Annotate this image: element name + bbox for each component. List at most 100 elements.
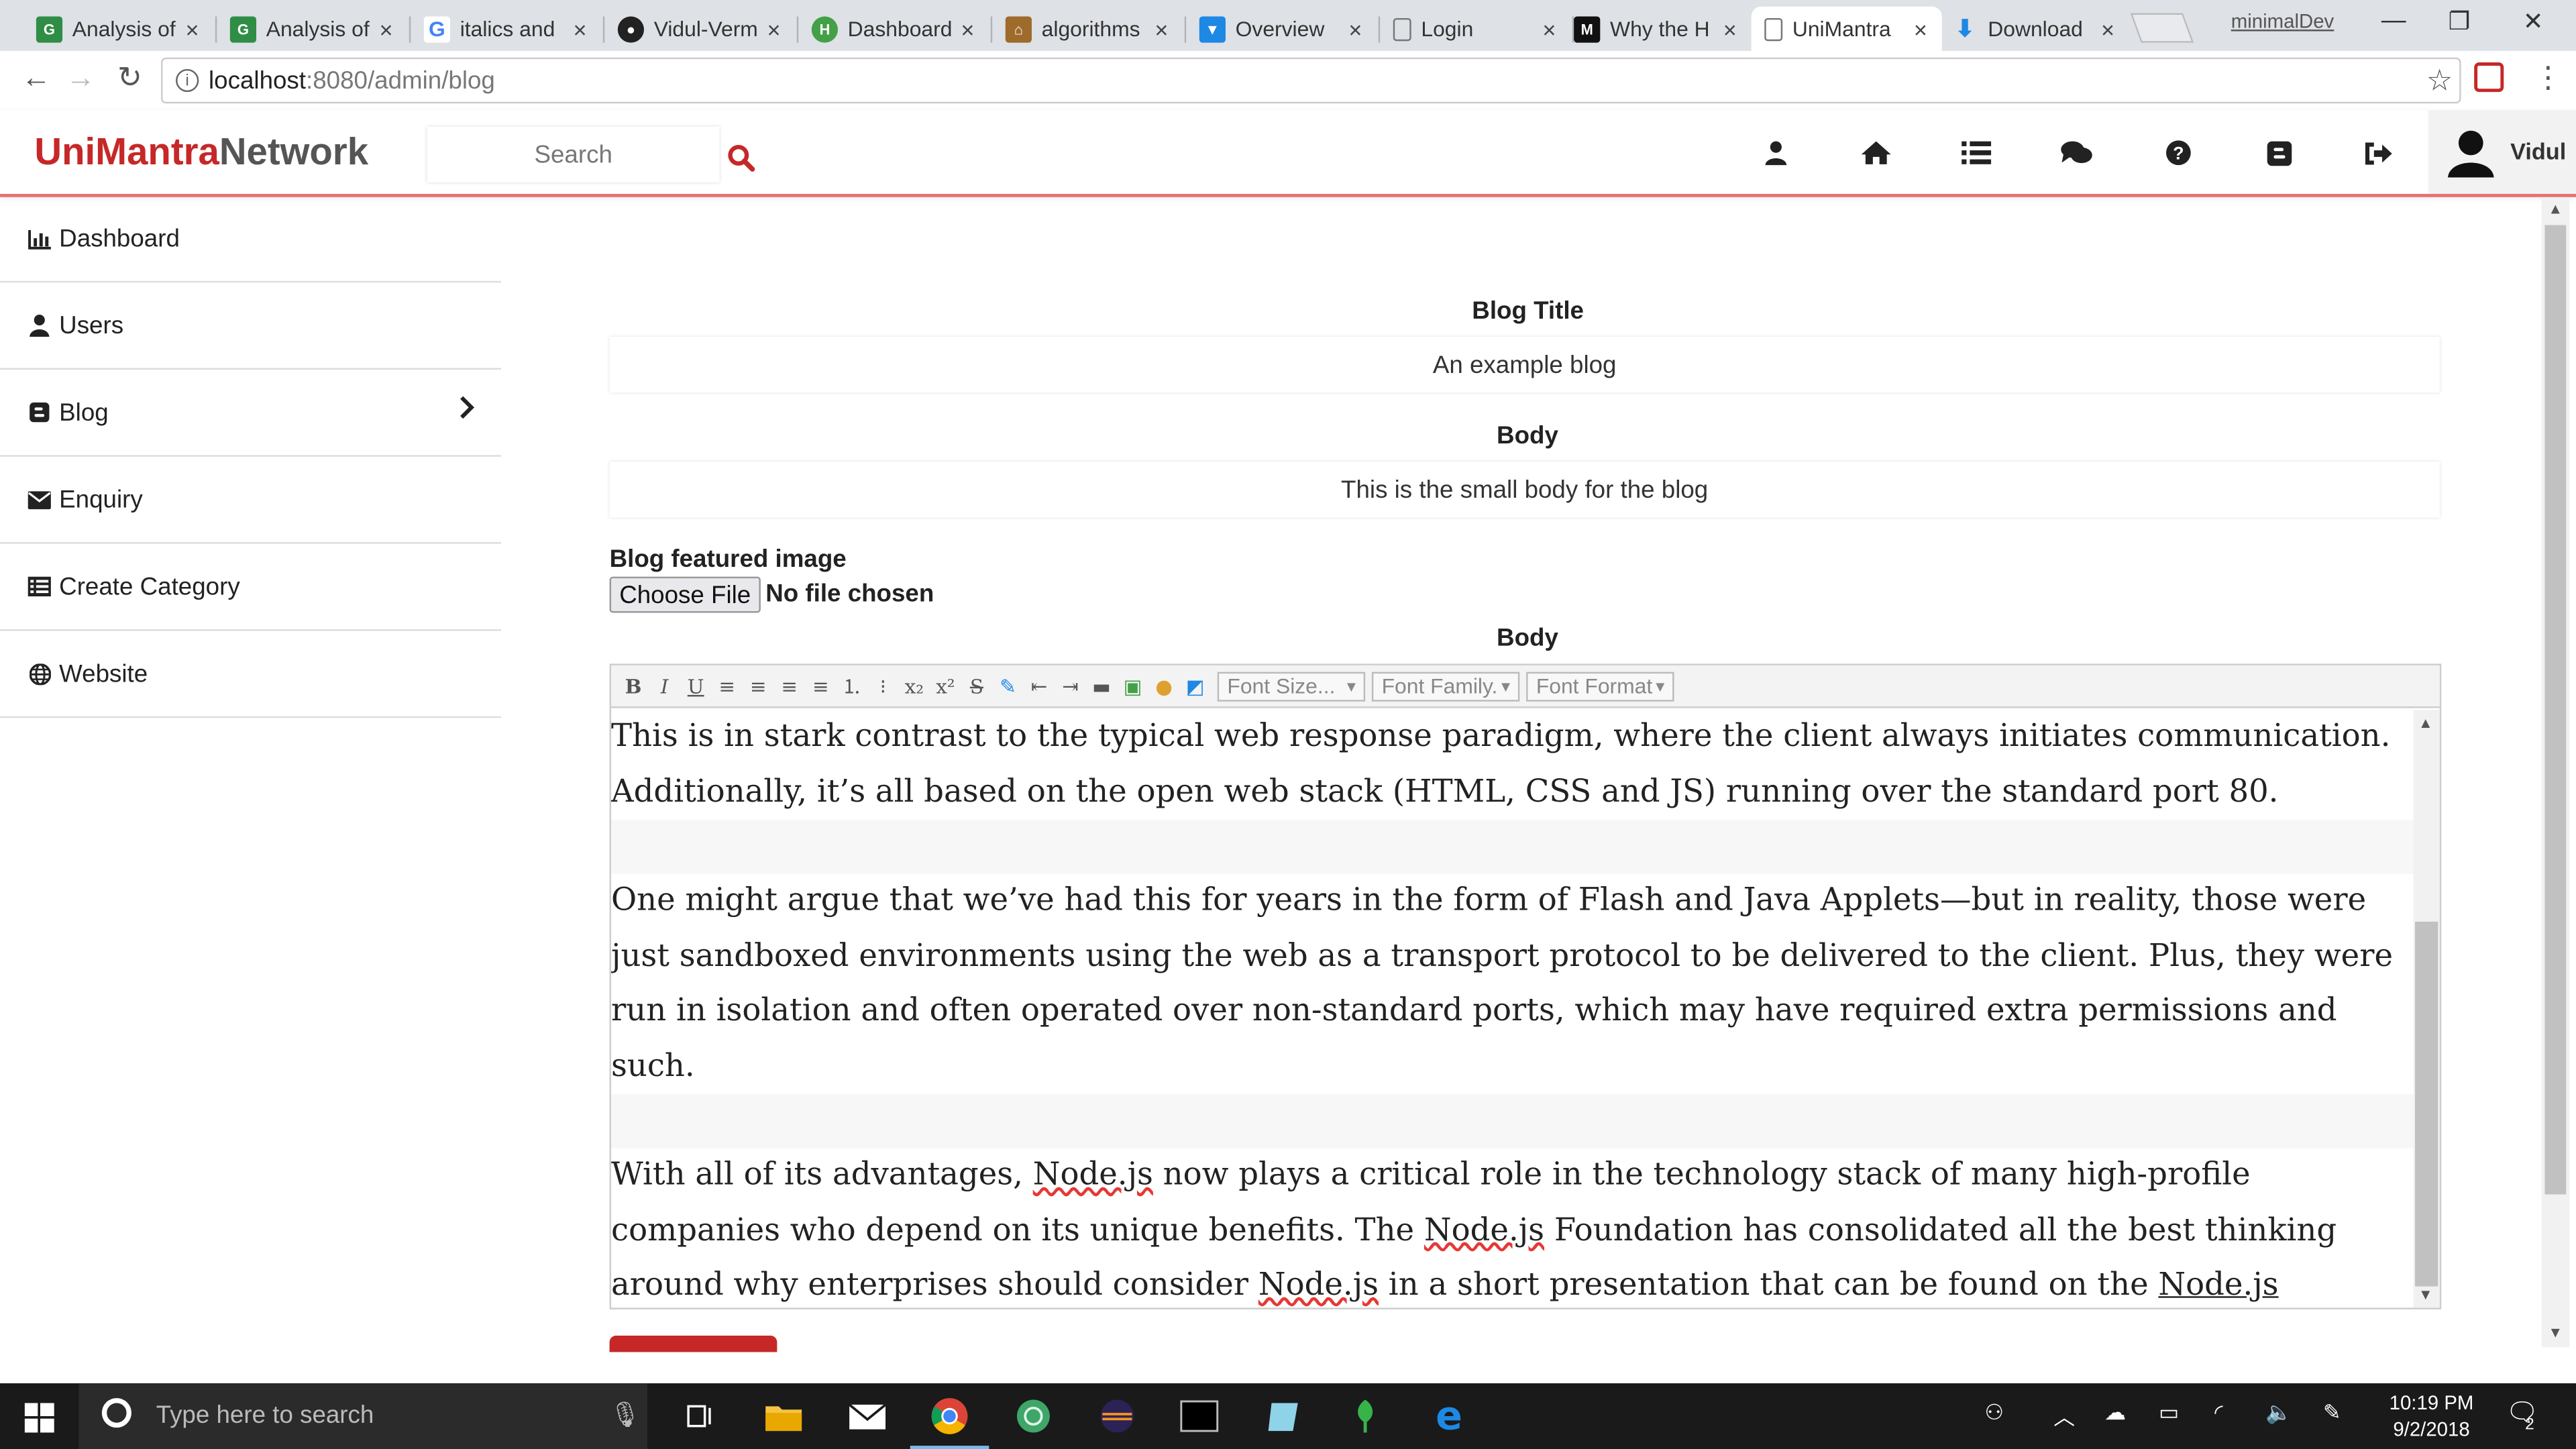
reload-icon[interactable]: ↻ xyxy=(110,61,150,95)
app-globe-icon[interactable] xyxy=(1010,1393,1057,1440)
scrollbar-thumb[interactable] xyxy=(2544,225,2567,1195)
comments-icon[interactable] xyxy=(2059,135,2095,171)
editor-scrollbar[interactable]: ▲ ▼ xyxy=(2413,709,2440,1308)
close-icon[interactable]: × xyxy=(1909,15,1932,42)
close-icon[interactable]: × xyxy=(1150,15,1173,42)
close-icon[interactable]: × xyxy=(568,15,591,42)
home-icon[interactable] xyxy=(1858,135,1894,171)
underline-icon[interactable]: U xyxy=(680,671,712,700)
taskbar-search[interactable]: Type here to search 🎙 xyxy=(78,1383,647,1449)
font-size-select[interactable]: Font Size... ▼ xyxy=(1217,671,1366,701)
new-tab-button[interactable] xyxy=(2130,13,2194,43)
browser-tab-active[interactable]: UniMantra × xyxy=(1751,6,1942,51)
strikethrough-icon[interactable]: S xyxy=(961,671,993,700)
font-family-select[interactable]: Font Family. ▼ xyxy=(1371,671,1520,701)
wifi-icon[interactable]: ◜ xyxy=(2214,1400,2222,1426)
bold-icon[interactable]: B xyxy=(618,671,649,700)
close-icon[interactable]: × xyxy=(1344,15,1366,42)
align-right-icon[interactable]: ≡ xyxy=(773,671,805,700)
browser-tab[interactable]: ⌂ algorithms × xyxy=(992,7,1183,51)
link-icon[interactable]: ● xyxy=(1148,671,1180,700)
scroll-down-icon[interactable]: ▼ xyxy=(2548,1324,2563,1340)
browser-tab[interactable]: ⬇ Download × xyxy=(1939,7,2129,51)
terminal-icon[interactable] xyxy=(1176,1393,1222,1440)
chevron-right-icon[interactable] xyxy=(458,394,475,427)
minimize-icon[interactable]: — xyxy=(2361,7,2426,35)
browser-tab[interactable]: M Why the H × xyxy=(1561,7,1752,51)
indent-icon[interactable]: ⇥ xyxy=(1055,671,1086,700)
blogger-icon[interactable] xyxy=(2261,135,2297,171)
sign-out-icon[interactable] xyxy=(2361,135,2397,171)
scroll-down-icon[interactable]: ▼ xyxy=(2418,1287,2433,1303)
bookmark-star-icon[interactable]: ☆ xyxy=(2426,63,2453,97)
clock[interactable]: 10:19 PM 9/2/2018 xyxy=(2366,1390,2498,1442)
volume-icon[interactable]: 🔈 xyxy=(2265,1400,2292,1426)
italic-icon[interactable]: I xyxy=(649,671,680,700)
page-scrollbar[interactable]: ▲ ▼ xyxy=(2541,197,2570,1348)
extension-icon[interactable] xyxy=(2474,62,2504,93)
sidebar-item-dashboard[interactable]: Dashboard xyxy=(0,197,501,283)
browser-tab[interactable]: H Dashboard × xyxy=(798,7,989,51)
mail-icon[interactable] xyxy=(845,1393,891,1440)
sidebar-item-website[interactable]: Website xyxy=(0,631,501,718)
align-center-icon[interactable]: ≡ xyxy=(743,671,774,700)
close-icon[interactable]: × xyxy=(180,15,203,42)
sidebar-item-create-category[interactable]: Create Category xyxy=(0,544,501,631)
browser-tab[interactable]: G Analysis of × xyxy=(23,7,213,51)
close-icon[interactable]: × xyxy=(374,15,397,42)
align-justify-icon[interactable]: ≡ xyxy=(805,671,837,700)
sourcetree-icon[interactable] xyxy=(1342,1393,1389,1440)
info-icon[interactable]: i xyxy=(176,68,199,93)
chrome-icon[interactable] xyxy=(910,1393,989,1449)
scroll-up-icon[interactable]: ▲ xyxy=(2418,714,2433,731)
sidebar-item-blog[interactable]: Blog xyxy=(0,370,501,457)
scrollbar-thumb[interactable] xyxy=(2415,921,2438,1287)
unlink-icon[interactable]: ◩ xyxy=(1179,671,1211,700)
ordered-list-icon[interactable]: ⒈ xyxy=(837,671,868,700)
user-menu[interactable]: Vidul xyxy=(2428,110,2576,194)
unordered-list-icon[interactable]: ⁝ xyxy=(867,671,899,700)
close-icon[interactable]: × xyxy=(1719,15,1741,42)
notes-app-icon[interactable] xyxy=(1260,1393,1306,1440)
submit-button[interactable] xyxy=(609,1336,777,1352)
people-icon[interactable]: ⚇ xyxy=(1984,1400,2004,1426)
browser-tab[interactable]: G Analysis of × xyxy=(217,7,407,51)
font-format-select[interactable]: Font Format ▼ xyxy=(1526,671,1674,701)
close-icon[interactable]: × xyxy=(1538,15,1560,42)
url-bar[interactable]: i localhost:8080/admin/blog ☆ xyxy=(161,57,2461,104)
browser-tab[interactable]: Login × xyxy=(1380,7,1570,51)
back-arrow-icon[interactable]: ← xyxy=(16,61,56,95)
editor-content[interactable]: This is in stark contrast to the typical… xyxy=(611,710,2414,1307)
list-icon[interactable] xyxy=(1958,135,1994,171)
forward-arrow-icon[interactable]: → xyxy=(61,61,101,95)
brand-logo[interactable]: UniMantraNetwork xyxy=(34,129,368,174)
subscript-icon[interactable]: x₂ xyxy=(899,671,930,700)
profile-name[interactable]: minimalDev xyxy=(2231,10,2334,33)
close-icon[interactable]: × xyxy=(762,15,785,42)
close-icon[interactable]: × xyxy=(2096,15,2119,42)
horizontal-rule-icon[interactable]: ▬ xyxy=(1086,671,1118,700)
outdent-icon[interactable]: ⇤ xyxy=(1024,671,1055,700)
task-view-icon[interactable] xyxy=(677,1393,723,1440)
microphone-icon[interactable]: 🎙 xyxy=(610,1400,641,1430)
blog-title-input[interactable]: An example blog xyxy=(609,337,2440,393)
browser-menu-icon[interactable]: ⋮ xyxy=(2533,61,2563,95)
edge-icon[interactable]: e xyxy=(1426,1393,1472,1440)
user-icon[interactable] xyxy=(1758,135,1794,171)
remove-format-icon[interactable]: ✎ xyxy=(992,671,1024,700)
search-icon[interactable] xyxy=(726,143,755,172)
scroll-up-icon[interactable]: ▲ xyxy=(2548,201,2563,217)
image-icon[interactable]: ▣ xyxy=(1117,671,1148,700)
browser-tab[interactable]: ● Vidul-Verm × xyxy=(604,7,795,51)
align-left-icon[interactable]: ≡ xyxy=(711,671,743,700)
help-icon[interactable]: ? xyxy=(2160,135,2196,171)
body-input[interactable]: This is the small body for the blog xyxy=(609,462,2440,518)
close-window-icon[interactable]: ✕ xyxy=(2500,7,2566,36)
onedrive-icon[interactable]: ☁ xyxy=(2104,1400,2126,1426)
browser-tab[interactable]: G italics and × xyxy=(411,7,601,51)
windows-start-icon[interactable] xyxy=(24,1403,54,1433)
superscript-icon[interactable]: x² xyxy=(930,671,961,700)
browser-tab[interactable]: ▼ Overview × xyxy=(1186,7,1377,51)
restore-icon[interactable]: ❐ xyxy=(2426,7,2492,36)
sidebar-item-enquiry[interactable]: Enquiry xyxy=(0,457,501,544)
